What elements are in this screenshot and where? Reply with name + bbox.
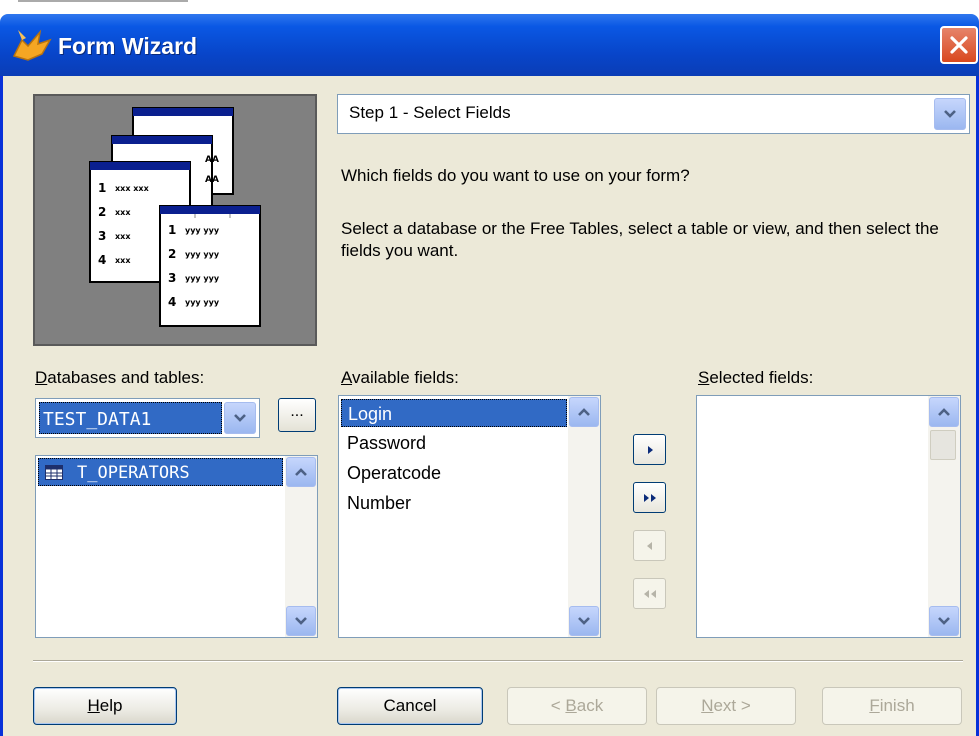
double-arrow-right-icon xyxy=(643,493,656,502)
svg-text:xxx: xxx xyxy=(115,232,131,241)
selected-fields-scrollbar[interactable] xyxy=(928,396,960,637)
svg-text:2: 2 xyxy=(168,247,176,261)
svg-text:yyy yyy: yyy yyy xyxy=(185,298,220,307)
scroll-down-button[interactable] xyxy=(929,606,959,636)
svg-text:4: 4 xyxy=(98,253,106,267)
back-button[interactable]: < Back xyxy=(507,687,647,725)
close-button[interactable] xyxy=(940,26,978,64)
chevron-down-icon xyxy=(938,617,950,625)
selected-fields-listbox[interactable] xyxy=(696,395,961,638)
browse-database-button[interactable]: ... xyxy=(278,398,316,432)
help-button[interactable]: Help xyxy=(33,687,177,725)
table-item-label: T_OPERATORS xyxy=(77,463,190,483)
fields-question: Which fields do you want to use on your … xyxy=(341,166,690,185)
scroll-down-button[interactable] xyxy=(569,606,599,636)
chevron-up-icon xyxy=(578,408,590,416)
add-field-button[interactable] xyxy=(633,434,666,465)
cancel-button[interactable]: Cancel xyxy=(337,687,483,725)
next-button[interactable]: Next > xyxy=(656,687,796,725)
svg-text:xxx xxx: xxx xxx xyxy=(115,184,150,193)
available-fields-label: Available fields: xyxy=(341,368,459,387)
available-fields-listbox[interactable]: Login Password Operatcode Number xyxy=(338,395,601,638)
svg-text:yyy yyy: yyy yyy xyxy=(185,226,220,235)
svg-text:4: 4 xyxy=(168,295,176,309)
chevron-down-icon xyxy=(295,617,307,625)
window-title: Form Wizard xyxy=(58,33,198,59)
databases-label: Databases and tables: xyxy=(35,368,205,387)
svg-text:2: 2 xyxy=(98,205,106,219)
svg-text:1: 1 xyxy=(168,223,176,237)
arrow-left-icon xyxy=(646,541,652,550)
table-stack-illustration: AA AA 1 2 3 4 xxx xxx xxx xxx xxx 1 2 3 4 yyy yyy… xyxy=(89,107,261,327)
field-item[interactable]: Login xyxy=(341,399,567,427)
chevron-up-icon xyxy=(295,468,307,476)
scroll-down-button[interactable] xyxy=(286,606,316,636)
remove-all-fields-button[interactable] xyxy=(633,578,666,609)
chevron-down-icon xyxy=(234,414,246,422)
available-fields-scrollbar[interactable] xyxy=(568,396,600,637)
remove-field-button[interactable] xyxy=(633,530,666,561)
database-select-value: TEST_DATA1 xyxy=(39,402,222,434)
step-select[interactable]: Step 1 - Select Fields xyxy=(337,94,970,134)
database-select[interactable]: TEST_DATA1 xyxy=(35,398,260,438)
scroll-up-button[interactable] xyxy=(286,457,316,487)
svg-text:xxx: xxx xyxy=(115,208,131,217)
svg-text:3: 3 xyxy=(98,229,106,243)
scroll-thumb[interactable] xyxy=(930,430,956,460)
table-item[interactable]: T_OPERATORS xyxy=(38,458,283,486)
tables-scrollbar[interactable] xyxy=(285,456,317,637)
chevron-up-icon xyxy=(938,408,950,416)
svg-text:AA: AA xyxy=(205,175,219,185)
field-item[interactable]: Password xyxy=(341,429,567,457)
field-item[interactable]: Operatcode xyxy=(341,459,567,487)
fields-instructions: Select a database or the Free Tables, se… xyxy=(341,219,939,260)
separator xyxy=(33,660,963,662)
close-icon xyxy=(950,36,968,54)
tables-listbox[interactable]: T_OPERATORS xyxy=(35,455,318,638)
svg-text:yyy yyy: yyy yyy xyxy=(185,250,220,259)
svg-text:AA: AA xyxy=(205,155,219,165)
double-arrow-left-icon xyxy=(643,589,656,598)
step-dropdown-button[interactable] xyxy=(934,98,966,130)
scroll-up-button[interactable] xyxy=(569,397,599,427)
svg-text:xxx: xxx xyxy=(115,256,131,265)
svg-text:yyy yyy: yyy yyy xyxy=(185,274,220,283)
field-item[interactable]: Number xyxy=(341,489,567,517)
step-select-value: Step 1 - Select Fields xyxy=(349,103,511,122)
svg-text:3: 3 xyxy=(168,271,176,285)
svg-text:1: 1 xyxy=(98,181,106,195)
wizard-illustration: AA AA 1 2 3 4 xxx xxx xxx xxx xxx 1 2 3 4 yyy yyy… xyxy=(33,94,317,346)
arrow-right-icon xyxy=(647,445,653,454)
table-icon xyxy=(45,465,63,480)
foxpro-fox-icon xyxy=(12,29,52,61)
database-dropdown-button[interactable] xyxy=(224,402,256,434)
finish-button[interactable]: Finish xyxy=(822,687,962,725)
chevron-down-icon xyxy=(578,617,590,625)
background-window-strip xyxy=(0,0,979,14)
scroll-up-button[interactable] xyxy=(929,397,959,427)
chevron-down-icon xyxy=(944,110,956,118)
add-all-fields-button[interactable] xyxy=(633,482,666,513)
selected-fields-label: Selected fields: xyxy=(698,368,814,387)
